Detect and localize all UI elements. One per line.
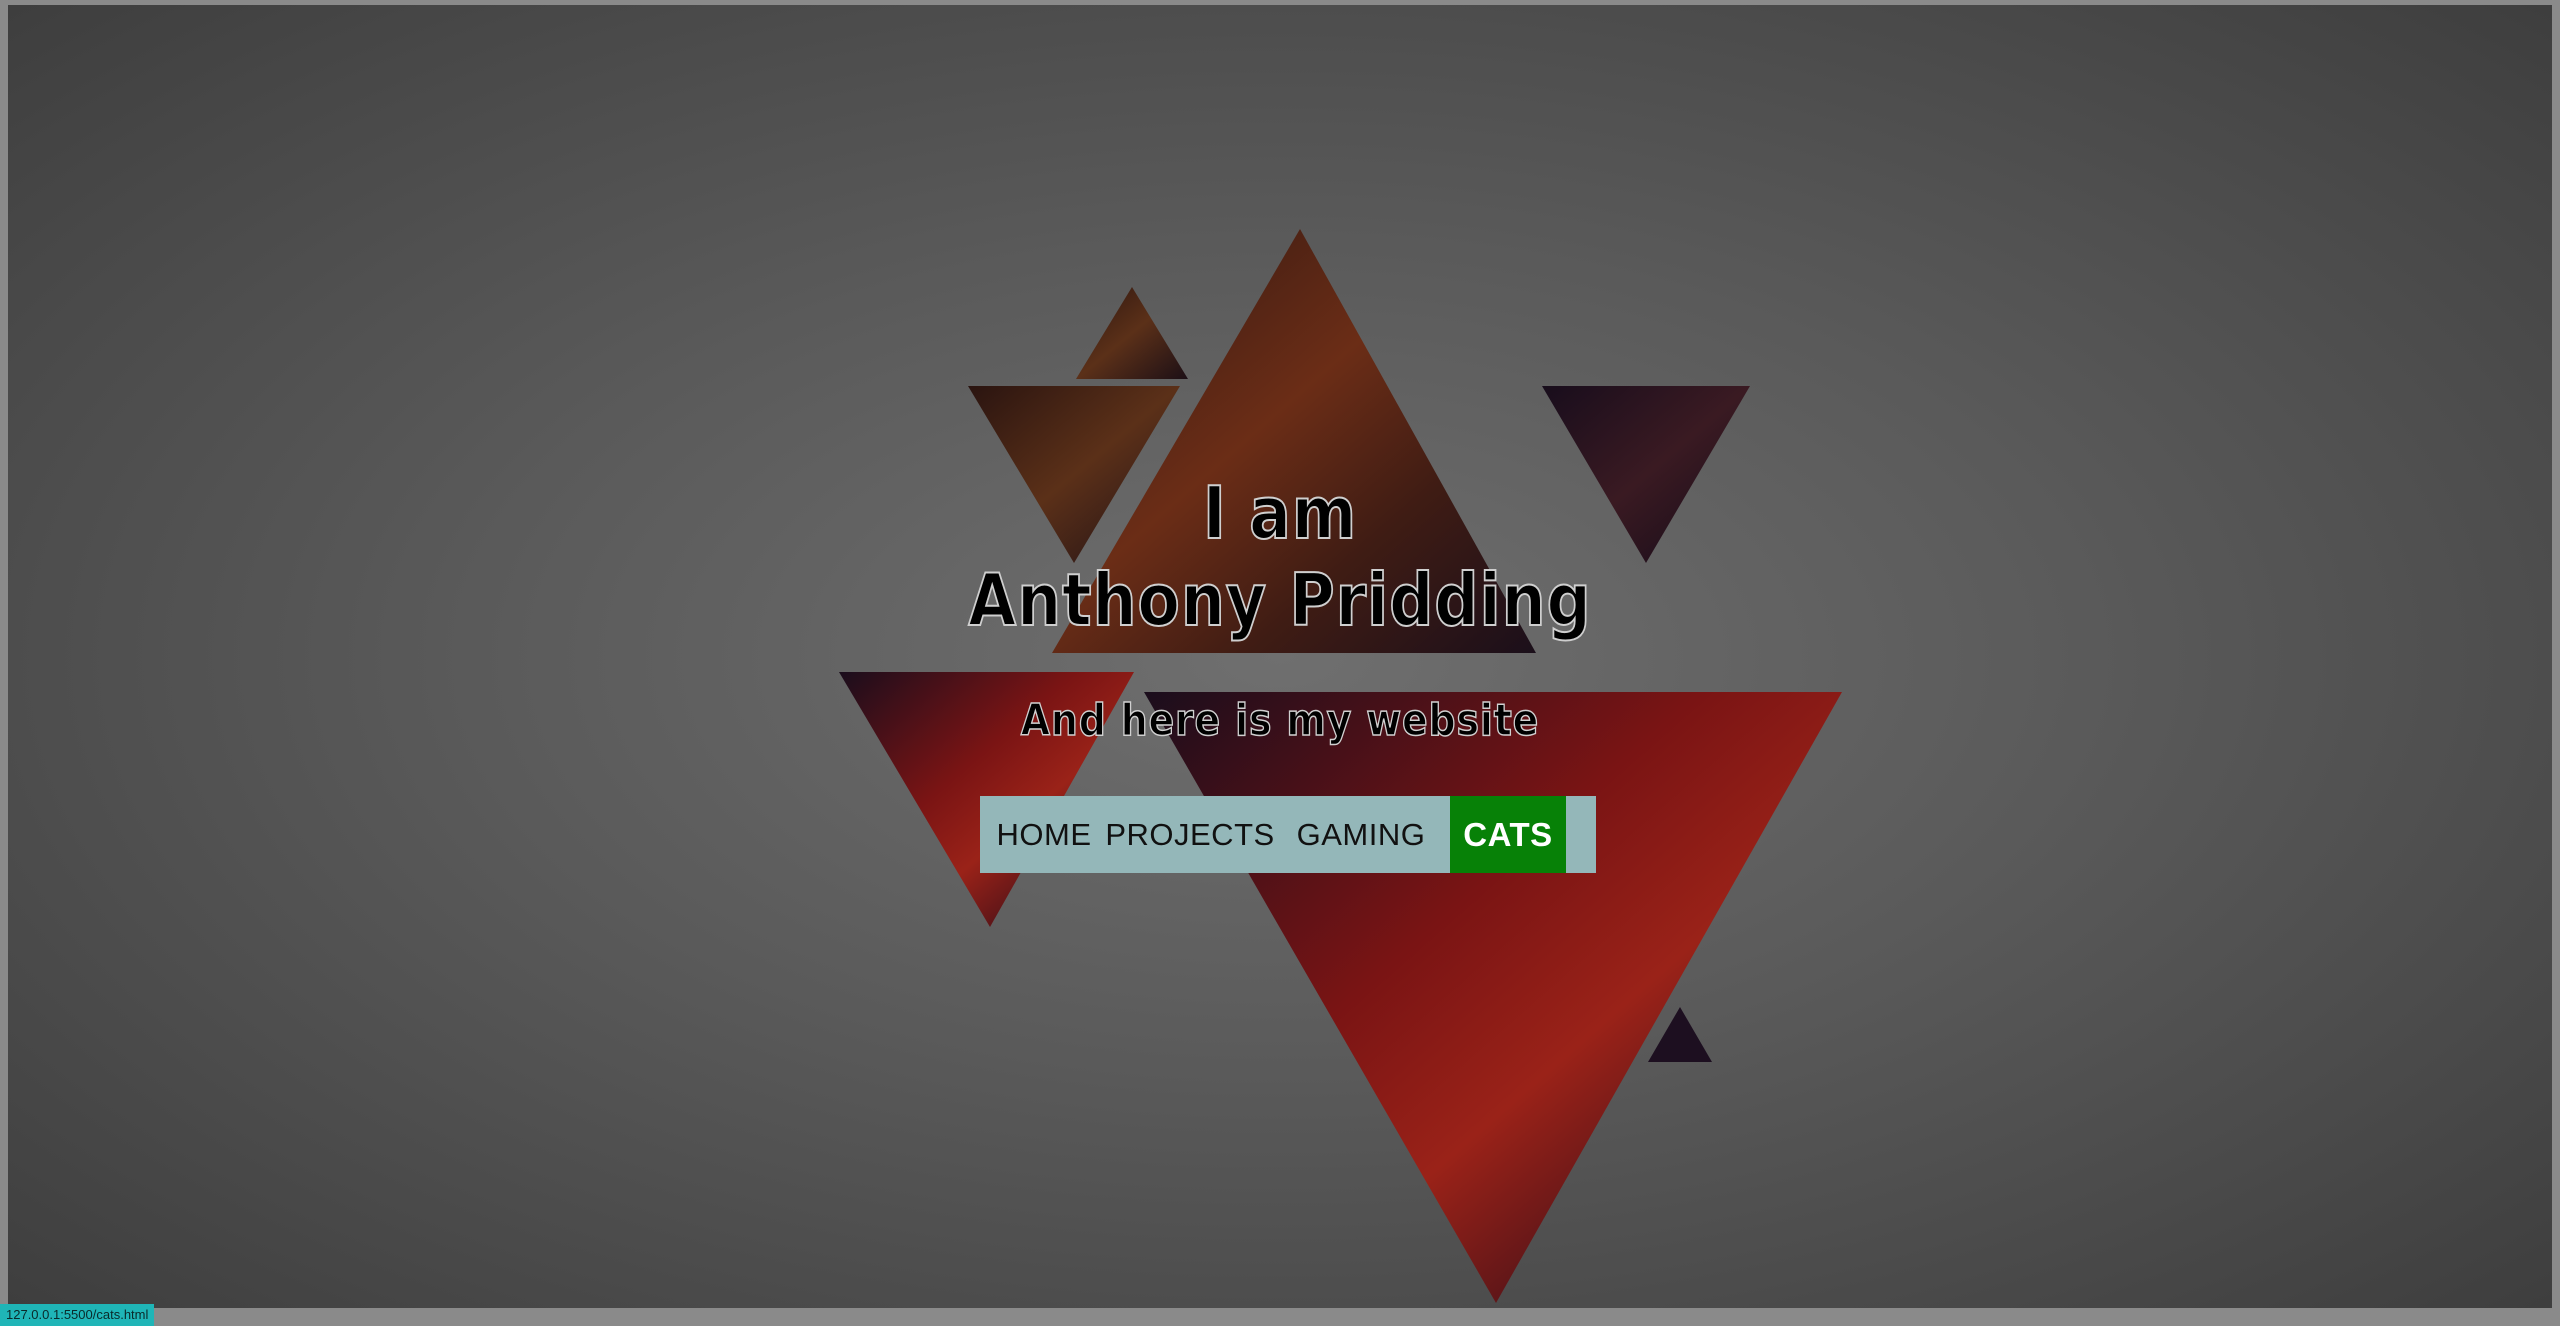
subtitle: And here is my website [1020, 694, 1540, 747]
heading-line-1: I am [1202, 471, 1358, 555]
heading-name: Anthony Pridding [967, 558, 1592, 642]
nav-home-link[interactable]: HOME [980, 796, 1108, 873]
background-triangles [839, 229, 1842, 1303]
nav-projects-link[interactable]: PROJECTS [1105, 796, 1274, 873]
page-viewport: I am Anthony Pridding And here is my web… [8, 5, 2552, 1308]
nav-cats-link-active[interactable]: CATS [1450, 796, 1566, 873]
window-bottom-edge [0, 1308, 2560, 1326]
triangle-small-top-left [1076, 287, 1188, 379]
main-nav: HOME PROJECTS GAMING CATS [980, 796, 1596, 873]
triangle-lower-large [1144, 692, 1842, 1303]
nav-gaming-link[interactable]: GAMING [1272, 796, 1450, 873]
link-status-bar: 127.0.0.1:5500/cats.html [0, 1304, 155, 1326]
